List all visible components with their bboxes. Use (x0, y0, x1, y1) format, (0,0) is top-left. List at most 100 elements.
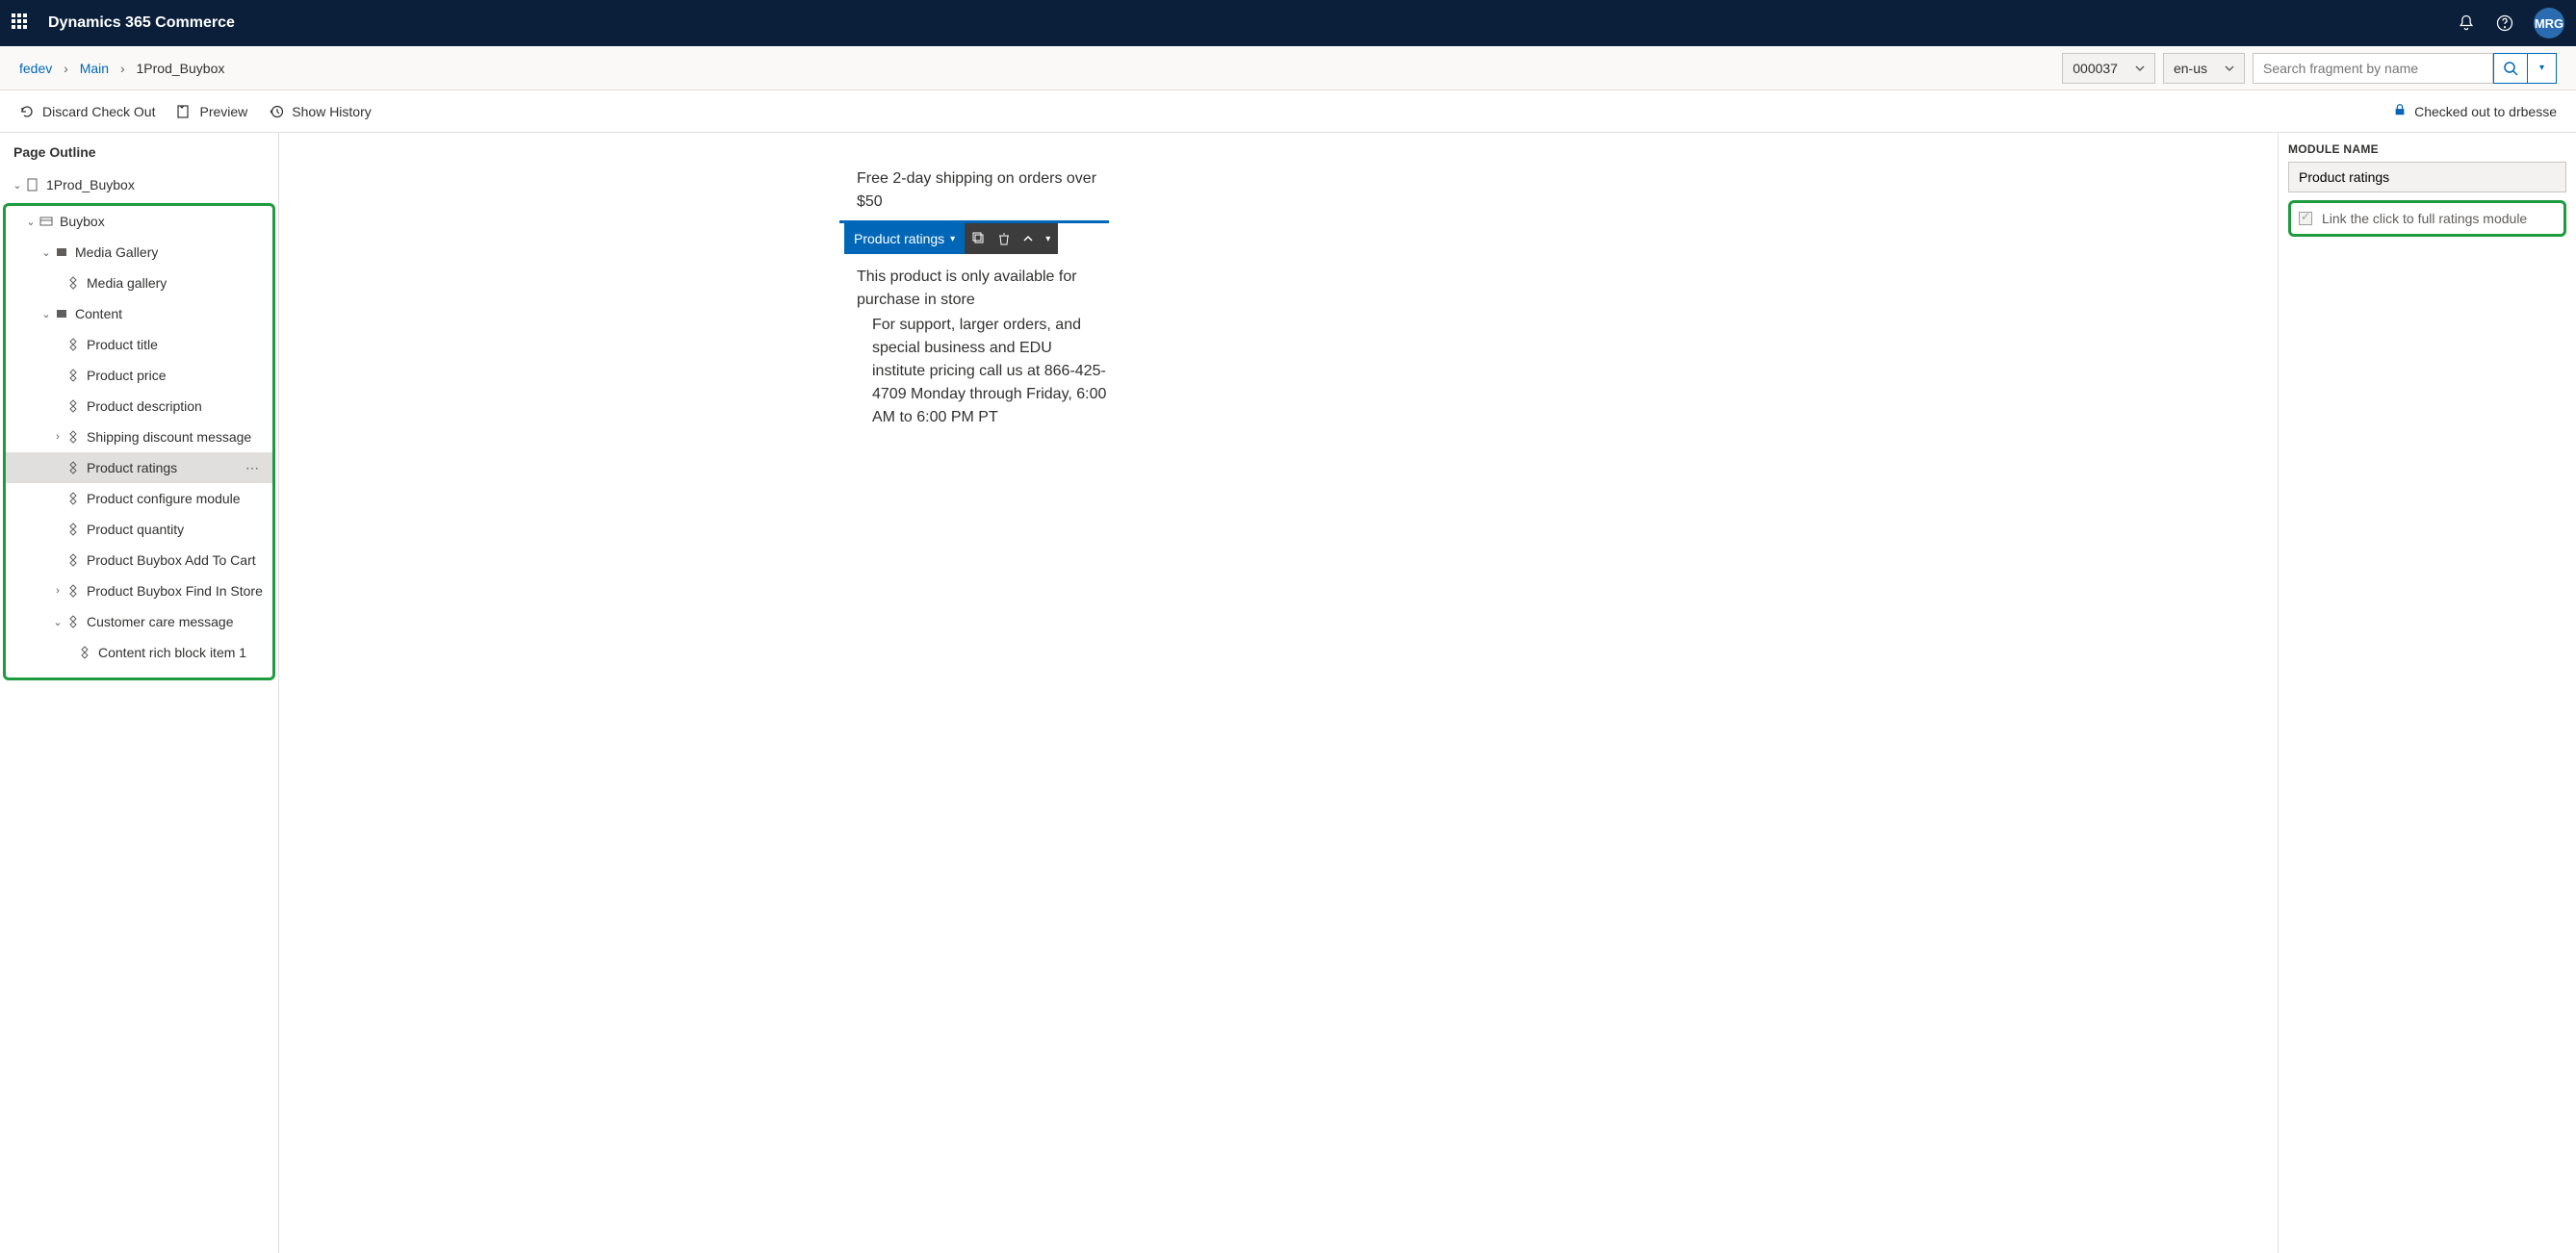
tree-media-gallery[interactable]: Media gallery (6, 268, 272, 298)
notifications-icon[interactable] (2457, 13, 2476, 33)
search-fragment: ▾ (2253, 53, 2557, 84)
module-icon (65, 430, 81, 444)
tree-customer-care[interactable]: ⌄ Customer care message (6, 606, 272, 637)
chevron-right-icon: › (50, 431, 65, 443)
link-click-checkbox[interactable] (2299, 212, 2312, 225)
chevron-down-icon: ⌄ (10, 179, 25, 192)
module-icon (65, 369, 81, 382)
selected-module-indicator: Product ratings ▾ ▾ (857, 223, 1107, 254)
tree-label: Media gallery (87, 275, 167, 291)
preview-button[interactable]: Preview (176, 104, 247, 119)
tree-content-slot[interactable]: ⌄ Content (6, 298, 272, 329)
page-icon (25, 178, 40, 192)
copy-icon[interactable] (972, 232, 986, 245)
canvas-pane: Free 2-day shipping on orders over $50 P… (279, 133, 2278, 1253)
discard-checkout-button[interactable]: Discard Check Out (19, 104, 155, 119)
tree-buybox[interactable]: ⌄ Buybox (6, 206, 272, 237)
tree-add-to-cart[interactable]: Product Buybox Add To Cart (6, 545, 272, 575)
breadcrumb-mid[interactable]: Main (80, 61, 109, 76)
tree-product-price[interactable]: Product price (6, 360, 272, 391)
tree-product-ratings[interactable]: Product ratings ⋯ (6, 452, 272, 483)
checked-out-status: Checked out to drbesse (2393, 103, 2557, 119)
app-title: Dynamics 365 Commerce (48, 14, 235, 32)
locale-value: en-us (2174, 61, 2207, 76)
tree-label: Product quantity (87, 522, 184, 537)
breadcrumb-root[interactable]: fedev (19, 61, 52, 76)
site-number-dropdown[interactable]: 000037 (2062, 53, 2155, 84)
main-layout: Page Outline ⌄ 1Prod_Buybox ⌄ Buybox ⌄ M… (0, 133, 2576, 1253)
help-icon[interactable] (2495, 13, 2514, 33)
checked-out-label: Checked out to drbesse (2414, 104, 2557, 119)
container-icon (39, 215, 54, 228)
preview-label: Preview (199, 104, 247, 119)
module-chip-toolbar: ▾ (965, 223, 1058, 254)
tree-product-configure[interactable]: Product configure module (6, 483, 272, 514)
outline-title: Page Outline (0, 133, 278, 169)
tree-label: Shipping discount message (87, 429, 251, 445)
outline-tree: ⌄ 1Prod_Buybox ⌄ Buybox ⌄ Media Gallery … (0, 169, 278, 680)
module-icon (65, 461, 81, 474)
tree-product-title[interactable]: Product title (6, 329, 272, 360)
tree-product-quantity[interactable]: Product quantity (6, 514, 272, 545)
caret-down-icon[interactable]: ▾ (1045, 234, 1050, 244)
link-click-row: Link the click to full ratings module (2288, 200, 2566, 237)
properties-pane: MODULE NAME Link the click to full ratin… (2278, 133, 2576, 1253)
module-icon (65, 276, 81, 290)
history-label: Show History (292, 104, 371, 119)
module-icon (65, 492, 81, 505)
store-only-text: This product is only available for purch… (857, 262, 1107, 314)
tree-label: 1Prod_Buybox (46, 177, 135, 192)
tree-label: Buybox (60, 214, 105, 229)
search-button[interactable] (2493, 53, 2528, 84)
tree-label: Product configure module (87, 491, 241, 506)
chevron-down-icon (2225, 61, 2234, 76)
slot-icon (54, 307, 69, 320)
tree-label: Product price (87, 368, 166, 383)
module-icon (65, 553, 81, 567)
slot-icon (54, 245, 69, 259)
app-launcher-icon[interactable] (12, 13, 31, 33)
module-icon (65, 338, 81, 351)
module-icon (65, 523, 81, 536)
delete-icon[interactable] (997, 232, 1011, 245)
tree-rich-block[interactable]: Content rich block item 1 (6, 637, 272, 668)
module-name-input[interactable] (2288, 162, 2566, 192)
tree-label: Product ratings (87, 460, 177, 475)
tree-label: Customer care message (87, 614, 234, 629)
breadcrumb-current: 1Prod_Buybox (137, 61, 225, 76)
tree-label: Product Buybox Find In Store (87, 583, 263, 599)
tree-shipping-discount[interactable]: › Shipping discount message (6, 422, 272, 452)
lock-icon (2393, 103, 2407, 119)
caret-down-icon: ▾ (950, 234, 955, 244)
chevron-down-icon (2135, 61, 2145, 76)
tree-find-in-store[interactable]: › Product Buybox Find In Store (6, 575, 272, 606)
more-options-icon[interactable]: ⋯ (240, 460, 265, 476)
chevron-down-icon: ⌄ (23, 216, 39, 228)
chevron-right-icon: › (50, 585, 65, 597)
locale-dropdown[interactable]: en-us (2163, 53, 2245, 84)
user-avatar[interactable]: MRG (2534, 8, 2564, 38)
search-split-button[interactable]: ▾ (2528, 53, 2557, 84)
link-click-label: Link the click to full ratings module (2322, 211, 2527, 226)
show-history-button[interactable]: Show History (269, 104, 371, 119)
discard-label: Discard Check Out (42, 104, 155, 119)
module-name-label: MODULE NAME (2288, 142, 2566, 156)
tree-root[interactable]: ⌄ 1Prod_Buybox (0, 169, 278, 200)
breadcrumb-separator: › (120, 61, 125, 76)
module-icon (65, 584, 81, 598)
tree-product-description[interactable]: Product description (6, 391, 272, 422)
search-input[interactable] (2253, 53, 2493, 84)
move-up-icon[interactable] (1022, 234, 1034, 243)
tree-label: Product description (87, 398, 202, 414)
site-number-value: 000037 (2073, 61, 2118, 76)
tree-label: Content rich block item 1 (98, 645, 246, 660)
chevron-down-icon: ⌄ (39, 308, 54, 320)
chevron-down-icon: ⌄ (39, 246, 54, 259)
free-shipping-text: Free 2-day shipping on orders over $50 (857, 162, 1107, 223)
app-header: Dynamics 365 Commerce MRG (0, 0, 2576, 46)
command-bar: Discard Check Out Preview Show History C… (0, 90, 2576, 133)
module-chip-label: Product ratings (854, 231, 944, 246)
module-chip-button[interactable]: Product ratings ▾ (844, 223, 965, 254)
tree-media-gallery-slot[interactable]: ⌄ Media Gallery (6, 237, 272, 268)
tree-label: Media Gallery (75, 244, 158, 260)
